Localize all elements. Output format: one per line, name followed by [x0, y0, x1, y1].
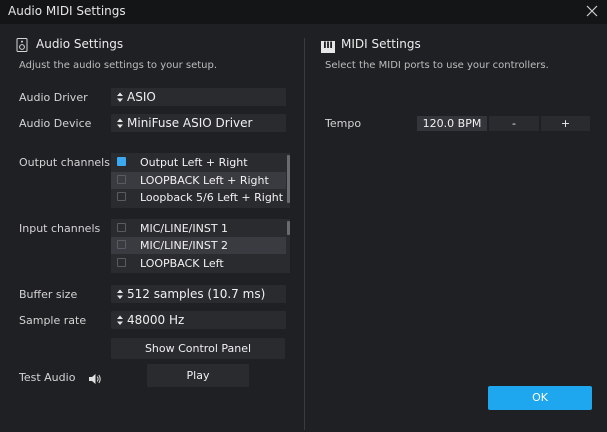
channel-label: Output Left + Right	[140, 156, 248, 169]
title-bar: Audio MIDI Settings	[0, 0, 607, 24]
sample-rate-select[interactable]: 48000 Hz	[111, 311, 286, 329]
sample-rate-label: Sample rate	[19, 314, 87, 327]
midi-settings-subtitle: Select the MIDI ports to use your contro…	[325, 60, 549, 71]
audio-settings-heading: Audio Settings	[36, 37, 124, 51]
channel-label: LOOPBACK Left + Right	[140, 174, 269, 187]
audio-driver-value: ASIO	[127, 90, 156, 104]
list-item[interactable]: Output Left + Right	[111, 154, 286, 171]
channel-label: LOOPBACK Left	[140, 257, 224, 270]
ok-button[interactable]: OK	[488, 386, 592, 410]
audio-device-label: Audio Device	[19, 117, 92, 130]
show-control-panel-button[interactable]: Show Control Panel	[111, 338, 285, 359]
tempo-label: Tempo	[325, 117, 362, 130]
audio-device-value: MiniFuse ASIO Driver	[127, 116, 253, 130]
checkbox[interactable]	[117, 258, 126, 267]
input-channels-list[interactable]: MIC/LINE/INST 1 MIC/LINE/INST 2 LOOPBACK…	[111, 219, 290, 273]
list-item[interactable]: LOOPBACK Left + Right	[111, 172, 286, 189]
speaker-icon[interactable]	[88, 370, 102, 389]
close-icon[interactable]	[583, 2, 601, 20]
updown-icon	[117, 92, 123, 102]
tempo-decrement-button[interactable]: -	[489, 116, 539, 131]
play-button[interactable]: Play	[147, 364, 249, 387]
input-channels-label: Input channels	[19, 222, 101, 235]
checkbox[interactable]	[117, 175, 126, 184]
audio-settings-subtitle: Adjust the audio settings to your setup.	[19, 60, 218, 71]
updown-icon	[117, 118, 123, 128]
audio-midi-settings-window: Audio MIDI Settings Audio Settings Adjus…	[0, 0, 607, 432]
scrollbar[interactable]	[287, 221, 290, 235]
channel-label: Loopback 5/6 Left + Right	[140, 191, 284, 204]
checkbox[interactable]	[117, 192, 126, 201]
audio-driver-label: Audio Driver	[19, 91, 88, 104]
sample-rate-value: 48000 Hz	[127, 313, 185, 327]
scrollbar[interactable]	[287, 155, 290, 203]
test-audio-label: Test Audio	[19, 371, 76, 384]
checkbox[interactable]	[117, 157, 126, 166]
list-item[interactable]: LOOPBACK Left	[111, 255, 286, 272]
panel-divider	[304, 38, 305, 430]
piano-keys-icon	[321, 38, 335, 57]
audio-driver-select[interactable]: ASIO	[111, 88, 286, 106]
list-item[interactable]: Loopback 5/6 Left + Right	[111, 189, 286, 206]
list-item[interactable]: MIC/LINE/INST 1	[111, 220, 286, 237]
channel-label: MIC/LINE/INST 2	[140, 239, 229, 252]
checkbox[interactable]	[117, 223, 126, 232]
buffer-size-value: 512 samples (10.7 ms)	[127, 287, 266, 301]
speaker-box-icon	[16, 37, 28, 56]
checkbox[interactable]	[117, 240, 126, 249]
midi-settings-heading: MIDI Settings	[341, 37, 421, 51]
tempo-value-field[interactable]: 120.0 BPM	[417, 116, 487, 131]
buffer-size-label: Buffer size	[19, 288, 78, 301]
channel-label: MIC/LINE/INST 1	[140, 222, 229, 235]
audio-device-select[interactable]: MiniFuse ASIO Driver	[111, 114, 286, 132]
updown-icon	[117, 289, 123, 299]
output-channels-label: Output channels	[19, 156, 110, 169]
window-title: Audio MIDI Settings	[8, 4, 126, 18]
buffer-size-select[interactable]: 512 samples (10.7 ms)	[111, 285, 286, 303]
updown-icon	[117, 315, 123, 325]
list-item[interactable]: MIC/LINE/INST 2	[111, 237, 286, 254]
tempo-increment-button[interactable]: +	[541, 116, 590, 131]
output-channels-list[interactable]: Output Left + Right LOOPBACK Left + Righ…	[111, 153, 290, 208]
